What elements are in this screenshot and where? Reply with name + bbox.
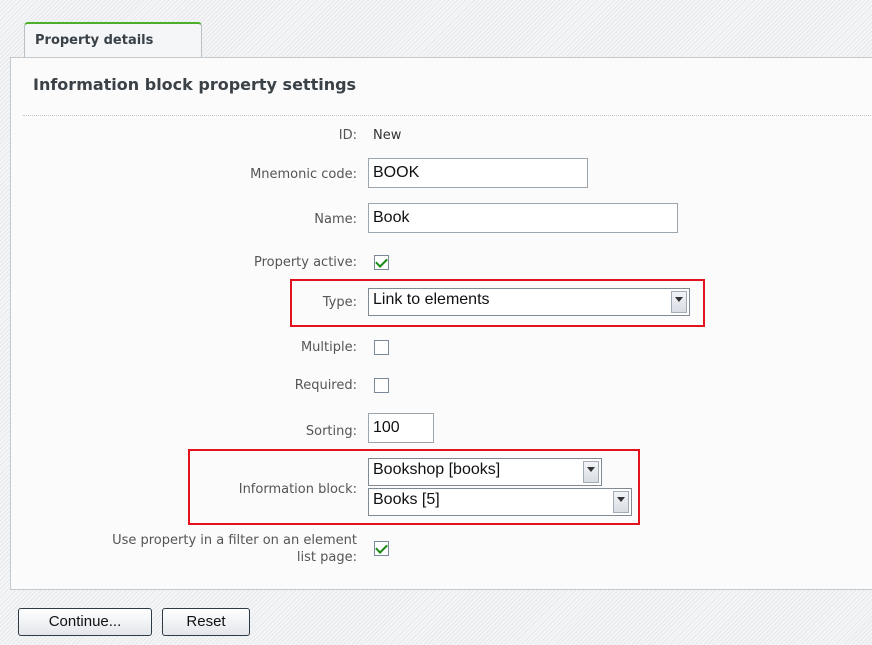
- required-checkbox[interactable]: [374, 378, 389, 393]
- information-block-type-select[interactable]: Bookshop [books]: [368, 458, 602, 486]
- use-in-filter-label-line2: list page:: [296, 550, 357, 565]
- mnemonic-code-input[interactable]: BOOK: [368, 158, 588, 188]
- title-divider: [23, 115, 872, 116]
- reset-button[interactable]: Reset: [162, 608, 250, 636]
- continue-button[interactable]: Continue...: [18, 608, 152, 636]
- information-block-label: Information block:: [238, 482, 357, 497]
- id-value: New: [373, 128, 402, 143]
- sorting-label: Sorting:: [305, 424, 357, 439]
- name-label: Name:: [314, 212, 357, 227]
- type-label: Type:: [322, 295, 357, 310]
- id-label: ID:: [338, 128, 357, 143]
- tab-property-details[interactable]: Property details: [24, 22, 202, 58]
- property-active-checkbox[interactable]: [374, 255, 389, 270]
- information-block-value: Books [5]: [373, 491, 440, 508]
- use-in-filter-checkbox[interactable]: [374, 541, 389, 556]
- sorting-input[interactable]: 100: [368, 413, 434, 443]
- property-active-label: Property active:: [253, 255, 357, 270]
- chevron-down-icon[interactable]: [613, 491, 629, 513]
- chevron-down-icon[interactable]: [671, 291, 687, 313]
- use-in-filter-label: Use property in a filter on an element l…: [112, 532, 357, 566]
- chevron-down-icon[interactable]: [583, 461, 599, 483]
- multiple-label: Multiple:: [300, 340, 357, 355]
- required-label: Required:: [294, 378, 357, 393]
- tab-label: Property details: [35, 33, 154, 48]
- use-in-filter-label-line1: Use property in a filter on an element: [112, 533, 357, 548]
- multiple-checkbox[interactable]: [374, 340, 389, 355]
- name-input[interactable]: Book: [368, 203, 678, 233]
- mnemonic-code-label: Mnemonic code:: [250, 167, 357, 182]
- information-block-select[interactable]: Books [5]: [368, 488, 632, 516]
- type-selected-value: Link to elements: [373, 291, 490, 308]
- type-select[interactable]: Link to elements: [368, 288, 690, 316]
- information-block-type-value: Bookshop [books]: [373, 461, 501, 478]
- panel-title: Information block property settings: [33, 75, 357, 94]
